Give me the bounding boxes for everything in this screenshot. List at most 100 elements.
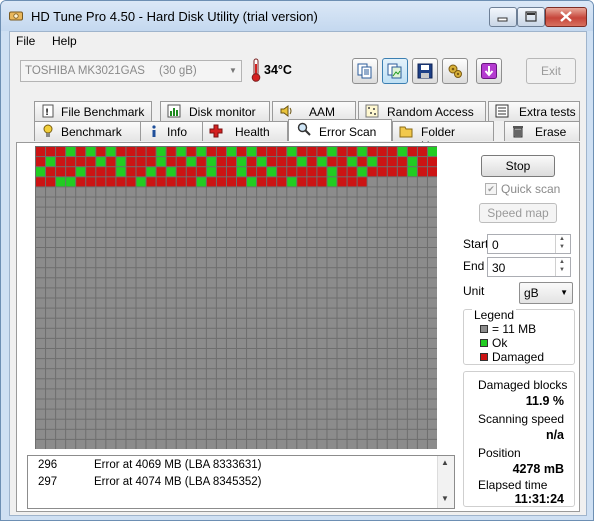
block-unscanned <box>146 308 156 318</box>
block-unscanned <box>96 409 106 419</box>
block-unscanned <box>76 369 86 379</box>
tab-file-benchmark[interactable]: ! File Benchmark <box>34 101 152 121</box>
tab-health[interactable]: Health <box>202 121 288 141</box>
unit-select[interactable]: gB ▼ <box>519 282 573 304</box>
block-unscanned <box>237 349 247 359</box>
copy-text-button[interactable] <box>352 58 378 84</box>
block-unscanned <box>176 379 186 389</box>
block-unscanned <box>377 369 387 379</box>
block-unscanned <box>216 207 226 217</box>
exit-button[interactable]: Exit <box>526 58 576 84</box>
block-unscanned <box>357 328 367 338</box>
tab-random-access[interactable]: Random Access <box>358 101 486 121</box>
block-unscanned <box>186 359 196 369</box>
block-unscanned <box>277 328 287 338</box>
download-button[interactable] <box>476 58 502 84</box>
block-unscanned <box>166 207 176 217</box>
block-unscanned <box>327 248 337 258</box>
log-scrollbar[interactable]: ▲ ▼ <box>437 456 454 508</box>
block-unscanned <box>226 349 236 359</box>
tab-benchmark[interactable]: Benchmark <box>34 121 144 141</box>
block-unscanned <box>136 399 146 409</box>
drive-select[interactable]: TOSHIBA MK3021GAS (30 gB) ▼ <box>20 60 242 82</box>
block-unscanned <box>136 217 146 227</box>
block-unscanned <box>36 369 46 379</box>
quick-scan-checkbox[interactable]: ✔ <box>485 183 497 195</box>
block-unscanned <box>387 258 397 268</box>
minimize-button[interactable] <box>489 7 517 27</box>
block-unscanned <box>76 379 86 389</box>
block-unscanned <box>196 248 206 258</box>
block-unscanned <box>66 399 76 409</box>
end-spinbox[interactable]: 30 ▲ ▼ <box>487 257 571 277</box>
tab-folder-usage[interactable]: Folder Usage <box>392 121 494 153</box>
legend-block-size: = 11 MB <box>492 322 537 336</box>
block-unscanned <box>86 389 96 399</box>
block-unscanned <box>247 399 257 409</box>
spin-up-icon[interactable]: ▲ <box>559 259 565 265</box>
speed-map-button[interactable]: Speed map <box>479 203 557 223</box>
options-button[interactable] <box>442 58 468 84</box>
block-unscanned <box>166 227 176 237</box>
tab-aam[interactable]: AAM <box>272 101 356 121</box>
block-unscanned <box>156 419 166 429</box>
block-unscanned <box>206 328 216 338</box>
title-bar[interactable]: HD Tune Pro 4.50 - Hard Disk Utility (tr… <box>1 1 593 31</box>
block-unscanned <box>46 227 56 237</box>
scroll-up-icon[interactable]: ▲ <box>441 458 449 467</box>
block-unscanned <box>347 308 357 318</box>
spin-down-icon[interactable]: ▼ <box>559 267 565 273</box>
tab-erase[interactable]: Erase <box>504 121 580 141</box>
block-unscanned <box>257 379 267 389</box>
copy-screenshot-button[interactable] <box>382 58 408 84</box>
block-damaged <box>146 147 156 157</box>
block-unscanned <box>417 237 427 247</box>
block-unscanned <box>237 288 247 298</box>
scroll-down-icon[interactable]: ▼ <box>441 494 449 503</box>
block-unscanned <box>146 217 156 227</box>
block-unscanned <box>247 369 257 379</box>
block-unscanned <box>36 379 46 389</box>
start-spin-arrows[interactable]: ▲ ▼ <box>555 235 570 253</box>
block-unscanned <box>206 359 216 369</box>
menu-help[interactable]: Help <box>52 34 77 48</box>
block-unscanned <box>377 217 387 227</box>
unit-label: Unit <box>463 284 485 298</box>
block-unscanned <box>277 379 287 389</box>
block-unscanned <box>156 369 166 379</box>
block-unscanned <box>407 268 417 278</box>
save-button[interactable] <box>412 58 438 84</box>
block-unscanned <box>196 328 206 338</box>
block-ok <box>367 157 377 167</box>
maximize-button[interactable] <box>517 7 545 27</box>
block-unscanned <box>407 328 417 338</box>
tab-error-scan[interactable]: Error Scan <box>288 119 392 141</box>
block-unscanned <box>186 338 196 348</box>
block-unscanned <box>226 187 236 197</box>
block-unscanned <box>116 187 126 197</box>
tab-disk-monitor[interactable]: Disk monitor <box>160 101 270 121</box>
tab-info[interactable]: Info <box>140 121 208 141</box>
block-unscanned <box>186 197 196 207</box>
block-unscanned <box>116 318 126 328</box>
stop-button[interactable]: Stop <box>481 155 555 177</box>
close-button[interactable] <box>545 7 587 27</box>
spin-down-icon[interactable]: ▼ <box>559 244 565 250</box>
start-spinbox[interactable]: 0 ▲ ▼ <box>487 234 571 254</box>
block-unscanned <box>357 439 367 449</box>
block-damaged <box>156 167 166 177</box>
tab-extra-tests[interactable]: Extra tests <box>488 101 580 121</box>
block-unscanned <box>56 419 66 429</box>
menu-file[interactable]: File <box>16 34 35 48</box>
block-unscanned <box>347 187 357 197</box>
tab-label: Disk monitor <box>189 105 256 119</box>
error-log-list[interactable]: 296 Error at 4069 MB (LBA 8333631) 297 E… <box>27 455 455 509</box>
spin-up-icon[interactable]: ▲ <box>559 236 565 242</box>
end-spin-arrows[interactable]: ▲ ▼ <box>555 258 570 276</box>
block-unscanned <box>377 268 387 278</box>
block-unscanned <box>327 338 337 348</box>
block-unscanned <box>116 439 126 449</box>
block-unscanned <box>307 227 317 237</box>
block-unscanned <box>317 268 327 278</box>
block-unscanned <box>216 429 226 439</box>
